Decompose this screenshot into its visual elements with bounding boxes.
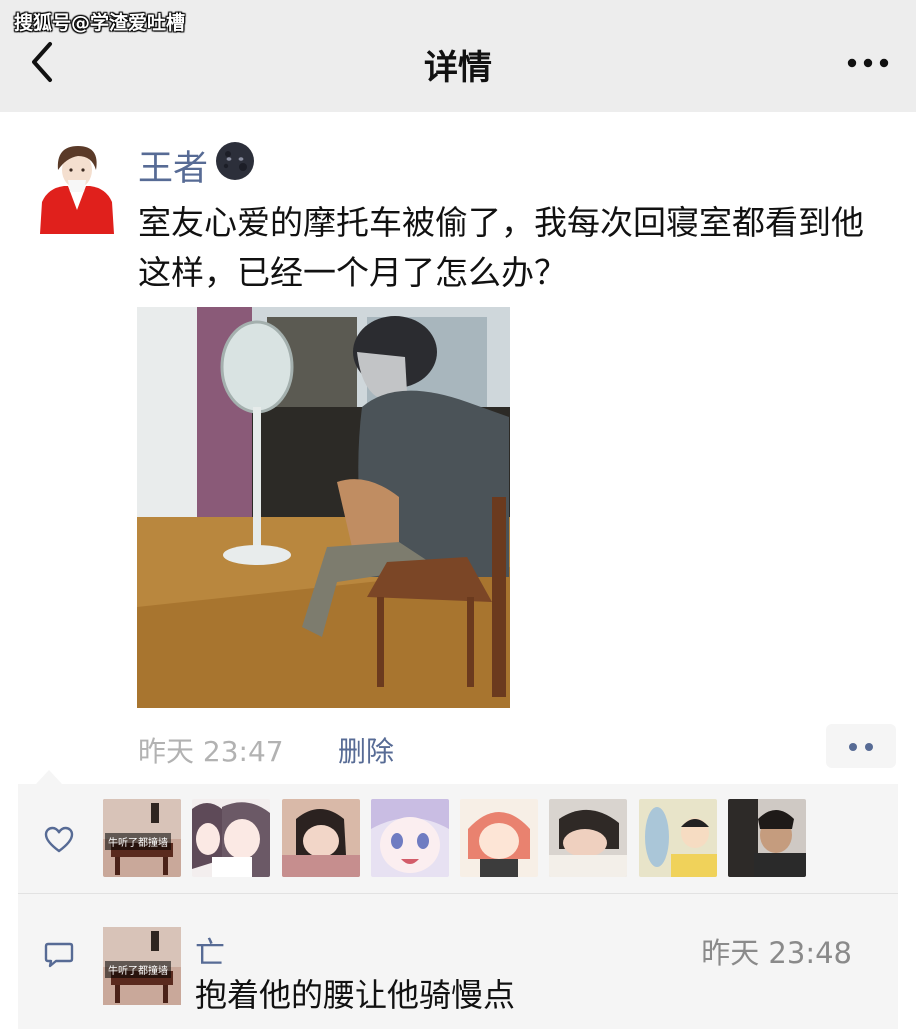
watermark: 搜狐号@学渣爱吐槽 bbox=[14, 12, 186, 34]
new-moon-face-icon bbox=[214, 140, 256, 182]
comment-icon bbox=[44, 941, 74, 969]
post-image[interactable] bbox=[137, 307, 510, 708]
post-timestamp: 昨天 23:47 bbox=[138, 735, 284, 768]
like-avatar[interactable] bbox=[371, 799, 449, 877]
dot-icon bbox=[849, 743, 857, 751]
like-avatar[interactable] bbox=[192, 799, 270, 877]
post-text: 室友心爱的摩托车被偷了，我每次回寝室都看到他这样，已经一个月了怎么办？ bbox=[138, 203, 864, 292]
more-horizontal-icon bbox=[847, 58, 889, 68]
comment-author-name[interactable]: 亡 bbox=[195, 928, 225, 972]
comment-text[interactable]: 抱着他的腰让他骑慢点 bbox=[195, 970, 515, 1016]
more-options-button[interactable] bbox=[844, 48, 894, 78]
avatar-caption: 牛听了都撞墙 bbox=[105, 961, 171, 978]
delete-button[interactable]: 删除 bbox=[338, 730, 394, 770]
like-avatar[interactable] bbox=[549, 799, 627, 877]
heart-icon bbox=[44, 826, 74, 854]
comment-timestamp: 昨天 23:48 bbox=[701, 936, 852, 970]
post-author-name[interactable]: 王者 bbox=[138, 140, 208, 191]
like-avatar[interactable] bbox=[639, 799, 717, 877]
avatar-caption: 牛听了都撞墙 bbox=[105, 833, 171, 850]
author-avatar[interactable] bbox=[38, 140, 116, 234]
like-avatar[interactable] bbox=[460, 799, 538, 877]
like-avatar[interactable]: 牛听了都撞墙 bbox=[103, 799, 181, 877]
panel-divider bbox=[18, 893, 898, 894]
like-comment-action-button[interactable] bbox=[826, 724, 896, 768]
page-title: 详情 bbox=[424, 48, 492, 88]
like-avatar[interactable] bbox=[282, 799, 360, 877]
panel-pointer bbox=[36, 770, 62, 784]
dot-icon bbox=[865, 743, 873, 751]
comment-author-avatar[interactable]: 牛听了都撞墙 bbox=[103, 927, 181, 1005]
like-avatar[interactable] bbox=[728, 799, 806, 877]
